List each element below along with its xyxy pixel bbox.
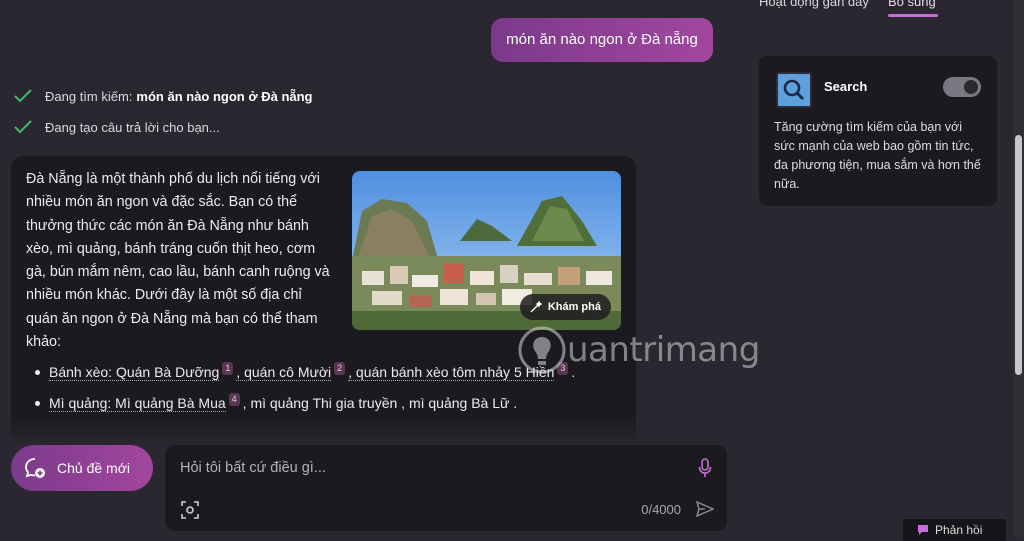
progress-generating: Đang tạo câu trả lời cho bạn... (13, 119, 220, 135)
chat-input-placeholder[interactable]: Hỏi tôi bất cứ điều gì... (180, 460, 326, 476)
citation-badge[interactable]: 1 (222, 362, 234, 376)
active-tab-indicator (888, 14, 938, 17)
check-icon (14, 89, 32, 103)
user-message-bubble: món ăn nào ngon ở Đà nẵng (491, 18, 713, 62)
progress-label: Đang tìm kiếm: (45, 88, 133, 104)
feedback-icon (918, 525, 928, 535)
source-link[interactable]: Bánh xèo: Quán Bà Dưỡng (49, 364, 220, 381)
answer-paragraph: Đà Nẵng là một thành phố du lịch nổi tiế… (26, 171, 330, 351)
microphone-icon[interactable] (698, 458, 712, 478)
explore-label: Khám phá (547, 301, 601, 313)
citation-badge[interactable]: 2 (334, 362, 346, 376)
plugin-toggle[interactable] (943, 77, 981, 97)
new-chat-icon (25, 458, 45, 478)
send-icon[interactable] (696, 501, 714, 517)
answer-fade (11, 416, 636, 446)
search-query: món ăn nào ngon ở Đà nẵng (136, 88, 313, 104)
lightbulb-logo-icon (518, 326, 566, 374)
plugin-name: Search (824, 79, 868, 94)
progress-label: Đang tạo câu trả lời cho bạn... (45, 119, 220, 135)
check-icon (14, 120, 32, 134)
feedback-button[interactable]: Phản hồi (903, 519, 1006, 541)
source-link[interactable]: , quán cô Mười (236, 364, 332, 381)
answer-card: Đà Nẵng là một thành phố du lịch nổi tiế… (11, 156, 636, 446)
watermark-text: uantrimang (567, 330, 760, 370)
new-topic-label: Chủ đề mới (57, 460, 130, 476)
tab-recent-activity[interactable]: Hoạt động gần đây (759, 0, 869, 9)
search-plugin-card: Search Tăng cường tìm kiếm của bạn với s… (759, 56, 997, 206)
source-link[interactable]: Mì quảng: Mì quảng Bà Mua (49, 395, 226, 412)
image-scan-icon[interactable] (181, 501, 199, 519)
explore-button[interactable]: Khám phá (519, 294, 611, 320)
plugin-description: Tăng cường tìm kiếm của bạn với sức mạnh… (774, 120, 981, 191)
feedback-label: Phản hồi (935, 523, 983, 537)
scrollbar-thumb[interactable] (1015, 135, 1022, 375)
progress-searching: Đang tìm kiếm: món ăn nào ngon ở Đà nẵng (13, 88, 313, 104)
new-topic-button[interactable]: Chủ đề mới (11, 445, 153, 491)
watermark: uantrimang (517, 325, 760, 375)
chat-input-box[interactable]: Hỏi tôi bất cứ điều gì... 0/4000 (165, 445, 727, 531)
character-counter: 0/4000 (641, 502, 681, 517)
answer-image[interactable]: Khám phá (352, 171, 621, 330)
tab-plugins[interactable]: Bổ sung (888, 0, 936, 9)
citation-badge[interactable]: 4 (228, 393, 240, 407)
search-icon (776, 72, 812, 108)
list-text: , mì quảng Thi gia truyền , mì quảng Bà … (242, 395, 518, 411)
sparkle-icon (530, 301, 542, 313)
